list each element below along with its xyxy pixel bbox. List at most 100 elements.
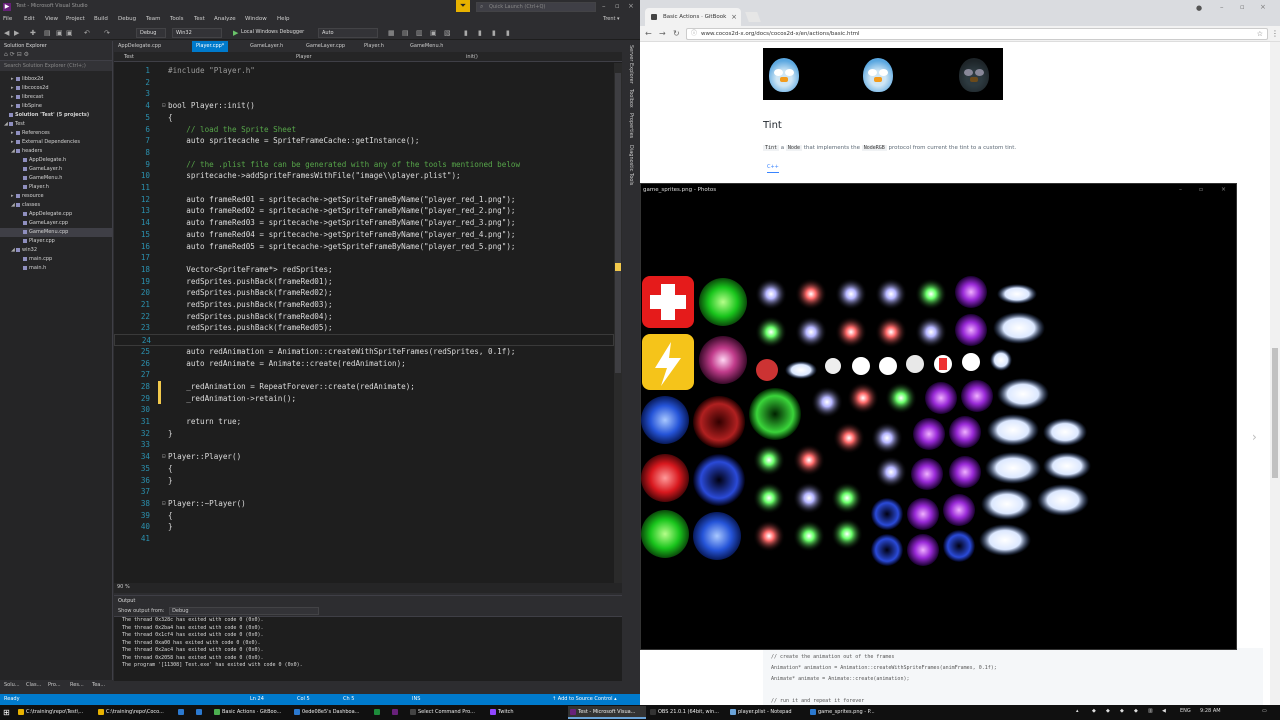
tray-icon[interactable]: ◆: [1120, 708, 1124, 714]
minimize-icon[interactable]: –: [602, 2, 606, 10]
menu-analyze[interactable]: Analyze: [214, 16, 236, 22]
taskbar-item[interactable]: game_sprites.png - P...: [808, 706, 886, 719]
tree-item[interactable]: ◢ classes: [0, 201, 113, 210]
tree-item[interactable]: Player.h: [0, 183, 113, 192]
tab-resource-view[interactable]: Res...: [70, 682, 84, 688]
toolbar-icon[interactable]: ▦: [388, 29, 395, 37]
tree-item[interactable]: ◢ win32: [0, 246, 113, 255]
code-line[interactable]: 3: [114, 88, 614, 100]
tree-item[interactable]: ▸ librecast: [0, 93, 113, 102]
close-icon[interactable]: ×: [628, 2, 634, 10]
maximize-icon[interactable]: ▫: [1199, 186, 1203, 193]
taskbar-item[interactable]: Select Command Pro...: [408, 706, 486, 719]
code-line[interactable]: 6 // load the Sprite Sheet: [114, 124, 614, 136]
tray-icon[interactable]: ◆: [1134, 708, 1138, 714]
properties-tab[interactable]: Properties: [628, 113, 634, 138]
menu-edit[interactable]: Edit: [24, 16, 35, 22]
profile-icon[interactable]: ●: [1196, 4, 1202, 12]
code-line[interactable]: 41: [114, 533, 614, 545]
editor-horizontal-scrollbar[interactable]: 90 %: [114, 583, 622, 593]
tree-item[interactable]: Player.cpp: [0, 237, 113, 246]
output-source-select[interactable]: Debug: [169, 607, 320, 615]
taskbar-item[interactable]: Test - Microsoft Visua...: [568, 706, 646, 719]
nav-class-select[interactable]: Player: [296, 53, 312, 61]
code-line[interactable]: 19 redSprites.pushBack(frameRed01);: [114, 276, 614, 288]
code-line[interactable]: 29 _redAnimation->retain();: [114, 392, 614, 405]
browser-scrollbar[interactable]: [1270, 42, 1280, 705]
menu-build[interactable]: Build: [94, 16, 108, 22]
next-page-arrow-icon[interactable]: ›: [1252, 430, 1257, 444]
code-line[interactable]: 1 #include "Player.h": [114, 65, 614, 77]
code-line[interactable]: 30: [114, 404, 614, 416]
quick-launch-input[interactable]: ⌕ Quick Launch (Ctrl+Q): [476, 2, 596, 12]
code-line[interactable]: 20 redSprites.pushBack(frameRed02);: [114, 287, 614, 299]
tree-item[interactable]: GameLayer.h: [0, 165, 113, 174]
menu-help[interactable]: Help: [277, 16, 290, 22]
code-line[interactable]: 35 {: [114, 463, 614, 475]
code-line[interactable]: 39 {: [114, 510, 614, 522]
taskbar-item[interactable]: [372, 706, 388, 719]
toolbox-tab[interactable]: Toolbox: [628, 89, 634, 108]
tree-item[interactable]: main.h: [0, 264, 113, 273]
code-line[interactable]: 28 _redAnimation = RepeatForever::create…: [114, 380, 614, 393]
code-line[interactable]: 18 Vector<SpriteFrame*> redSprites;: [114, 264, 614, 276]
menu-tools[interactable]: Tools: [170, 16, 184, 22]
close-tab-icon[interactable]: ×: [731, 8, 737, 26]
taskbar-item[interactable]: Basic Actions · GitBoo...: [212, 706, 290, 719]
editor-tab[interactable]: GameMenu.h: [406, 41, 447, 52]
bookmark-star-icon[interactable]: ☆: [1257, 29, 1263, 39]
close-icon[interactable]: ×: [1260, 3, 1266, 11]
minimize-icon[interactable]: –: [1220, 3, 1224, 11]
tree-item[interactable]: AppDelegate.h: [0, 156, 113, 165]
language-indicator[interactable]: ENG: [1180, 708, 1191, 714]
taskbar-item[interactable]: C:\training\repo\Test\...: [16, 706, 94, 719]
tab-property-manager[interactable]: Pro...: [48, 682, 61, 688]
tray-icon[interactable]: ◆: [1092, 708, 1096, 714]
menu-team[interactable]: Team: [146, 16, 161, 22]
toolbar-icon[interactable]: ▥: [416, 29, 423, 37]
code-line[interactable]: 36}: [114, 475, 614, 487]
code-line[interactable]: 32}: [114, 428, 614, 440]
maximize-icon[interactable]: ▫: [1240, 3, 1245, 11]
url-input[interactable]: ⓘ www.cocos2d-x.org/docs/cocos2d-x/en/ac…: [686, 28, 1268, 40]
code-line[interactable]: 31 return true;: [114, 416, 614, 428]
tray-icon[interactable]: ◆: [1106, 708, 1110, 714]
settings-icon[interactable]: ⚙: [24, 51, 29, 58]
fold-toggle-icon[interactable]: ⊟: [162, 498, 166, 510]
code-line[interactable]: 8: [114, 147, 614, 159]
browser-menu-icon[interactable]: ⋮: [1271, 29, 1279, 38]
editor-tab[interactable]: GameLayer.cpp: [302, 41, 349, 52]
tree-item[interactable]: main.cpp: [0, 255, 113, 264]
code-line[interactable]: 4 ⊟ bool Player::init(): [114, 100, 614, 112]
diagnostic-tools-tab[interactable]: Diagnostic Tools: [628, 145, 634, 185]
redo-icon[interactable]: ↷: [104, 29, 110, 37]
open-file-icon[interactable]: ▤: [44, 29, 51, 37]
code-line[interactable]: 38 ⊟ Player::~Player(): [114, 498, 614, 510]
taskbar-item[interactable]: player.plist - Notepad: [728, 706, 806, 719]
code-line[interactable]: 15 auto frameRed04 = spritecache->getSpr…: [114, 229, 614, 241]
start-debugging-icon[interactable]: ▶: [233, 29, 238, 37]
code-line[interactable]: 10 spritecache->addSpriteFramesWithFile(…: [114, 170, 614, 182]
code-line[interactable]: 22 redSprites.pushBack(frameRed04);: [114, 311, 614, 323]
code-line[interactable]: 12 auto frameRed01 = spritecache->getSpr…: [114, 194, 614, 206]
code-line[interactable]: 2: [114, 77, 614, 89]
tree-item[interactable]: ▸ External Dependencies: [0, 138, 113, 147]
toolbar-icon[interactable]: ▣: [430, 29, 437, 37]
bookmark-icon[interactable]: ▮: [478, 29, 482, 37]
tree-item[interactable]: ▸ libSpine: [0, 102, 113, 111]
code-line[interactable]: 11: [114, 182, 614, 194]
new-project-icon[interactable]: ✚: [30, 29, 36, 37]
taskbar-item[interactable]: 0ede08e5's Dashboa...: [292, 706, 370, 719]
forward-icon[interactable]: →: [659, 29, 666, 38]
code-line[interactable]: 13 auto frameRed02 = spritecache->getSpr…: [114, 205, 614, 217]
solution-search-input[interactable]: Search Solution Explorer (Ctrl+;): [0, 61, 112, 71]
back-icon[interactable]: ←: [645, 29, 652, 38]
taskbar-item[interactable]: C:\training\repo\Coco...: [96, 706, 174, 719]
undo-icon[interactable]: ↶: [84, 29, 90, 37]
save-icon[interactable]: ▣: [56, 29, 63, 37]
tab-class-view[interactable]: Clas...: [26, 682, 41, 688]
menu-window[interactable]: Window: [245, 16, 267, 22]
editor-vertical-scrollbar[interactable]: [614, 63, 622, 583]
home-icon[interactable]: ⌂: [4, 51, 8, 58]
minimize-icon[interactable]: –: [1179, 186, 1182, 193]
